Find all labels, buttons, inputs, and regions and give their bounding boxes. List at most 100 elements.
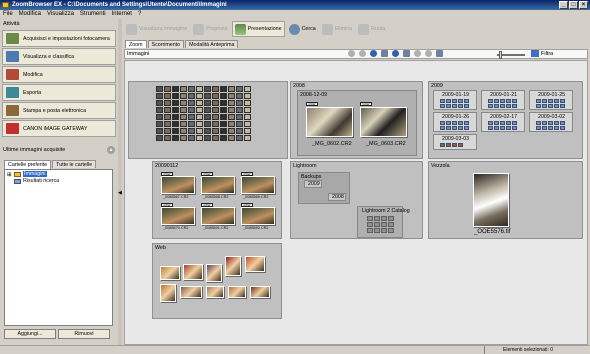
catalog-file[interactable] [381,216,387,221]
fit-icon[interactable] [436,50,443,57]
photo-thumbnail[interactable] [161,176,195,194]
thumbnail[interactable] [244,114,251,120]
thumbnail[interactable] [236,114,243,120]
photo-thumbnail[interactable] [225,256,241,276]
thumbnail[interactable] [236,100,243,106]
properties-button[interactable]: Proprietà [191,21,230,37]
catalog-file[interactable] [388,222,394,227]
close-button[interactable]: × [579,1,588,9]
thumbnail[interactable] [512,121,517,125]
menu-internet[interactable]: Internet [112,10,132,19]
photo-thumbnail[interactable] [201,207,235,225]
thumbnail[interactable] [172,93,179,99]
zoom-slider-thumb[interactable] [499,51,502,59]
forward-icon[interactable] [359,50,366,57]
folder-group-lightroom[interactable]: Lightroom Backups 2009 2008 Lightroom 2 … [290,161,423,239]
thumbnail[interactable] [172,100,179,106]
thumbnail[interactable] [212,135,219,141]
thumbnail[interactable] [172,128,179,134]
minimize-button[interactable]: _ [559,1,568,9]
thumbnail[interactable] [156,93,163,99]
thumbnail[interactable] [236,107,243,113]
thumbnail[interactable] [488,126,493,130]
thumbnail[interactable] [236,121,243,127]
photo-thumbnail[interactable] [180,286,202,298]
thumbnail[interactable] [196,107,203,113]
thumbnail[interactable] [506,121,511,125]
view-options-icon[interactable] [381,50,388,57]
photo-thumbnail[interactable] [160,284,176,302]
thumbnail[interactable] [220,121,227,127]
thumbnail[interactable] [554,121,559,125]
catalog-file[interactable] [381,222,387,227]
task-button[interactable]: Modifica [2,66,116,83]
thumbnail[interactable] [536,104,541,108]
thumbnail[interactable] [542,121,547,125]
photo-thumbnail[interactable] [360,107,407,137]
catalog-file[interactable] [374,216,380,221]
thumbnail[interactable] [244,100,251,106]
thumbnail[interactable] [542,126,547,130]
catalog-file[interactable] [367,216,373,221]
thumbnail[interactable] [204,121,211,127]
subfolder-lightroom-catalog[interactable]: Lightroom 2 Catalog [357,206,410,238]
thumbnail[interactable] [196,121,203,127]
thumbnail[interactable] [196,114,203,120]
thumbnail[interactable] [244,107,251,113]
remove-button[interactable]: Rimuovi [58,329,110,339]
subfolder-2008-12-09[interactable]: 2008-12-09 RAW RAW _MG_0602.CR2 _MG_0603… [297,90,417,156]
photo-thumbnail[interactable] [206,264,222,282]
thumbnail[interactable] [512,99,517,103]
thumbnail[interactable] [488,121,493,125]
thumbnail[interactable] [440,99,445,103]
thumbnail[interactable] [212,93,219,99]
thumbnail[interactable] [452,126,457,130]
thumbnail[interactable] [560,126,565,130]
photo-thumbnail[interactable] [241,207,275,225]
thumbnail[interactable] [164,114,171,120]
menu-visualizza[interactable]: Visualizza [47,10,74,19]
subfolder-2009-02-17[interactable]: 2009-02-17 [481,112,525,132]
thumbnail[interactable] [440,121,445,125]
folder-group-2008[interactable]: 2008 2008-12-09 RAW RAW _MG_0602.CR2 _MG… [290,81,423,159]
thumbnail[interactable] [164,107,171,113]
subfolder-2009-01-26[interactable]: 2009-01-26 [433,112,477,132]
thumbnail[interactable] [156,121,163,127]
thumbnail[interactable] [164,86,171,92]
slideshow-button[interactable]: Presentazione [231,21,285,37]
thumbnail[interactable] [244,86,251,92]
thumbnail[interactable] [440,104,445,108]
thumbnail[interactable] [500,126,505,130]
maximize-button[interactable]: □ [569,1,578,9]
thumbnail[interactable] [244,128,251,134]
thumbnail[interactable] [236,93,243,99]
thumbnail[interactable] [244,93,251,99]
thumbnail[interactable] [172,135,179,141]
thumbnail[interactable] [560,121,565,125]
panel-splitter[interactable]: ◀ [118,19,122,353]
catalog-file[interactable] [374,222,380,227]
thumbnail[interactable] [500,104,505,108]
thumbnail[interactable] [220,93,227,99]
folder-group-root[interactable] [128,81,288,159]
thumbnail[interactable] [188,100,195,106]
task-button[interactable]: Stampa e posta elettronica [2,102,116,119]
thumbnail[interactable] [220,100,227,106]
thumbnail[interactable] [506,104,511,108]
thumbnail[interactable] [156,128,163,134]
thumbnail[interactable] [536,121,541,125]
task-button[interactable]: Esporta [2,84,116,101]
catalog-file[interactable] [367,228,373,233]
thumbnail[interactable] [542,99,547,103]
thumbnail[interactable] [228,86,235,92]
thumbnail[interactable] [156,86,163,92]
thumbnail[interactable] [536,126,541,130]
thumbnail[interactable] [236,135,243,141]
thumbnail[interactable] [204,128,211,134]
thumbnail[interactable] [228,100,235,106]
thumbnail[interactable] [554,104,559,108]
catalog-file[interactable] [388,216,394,221]
thumbnail[interactable] [452,99,457,103]
thumbnail[interactable] [506,99,511,103]
thumbnail[interactable] [212,86,219,92]
